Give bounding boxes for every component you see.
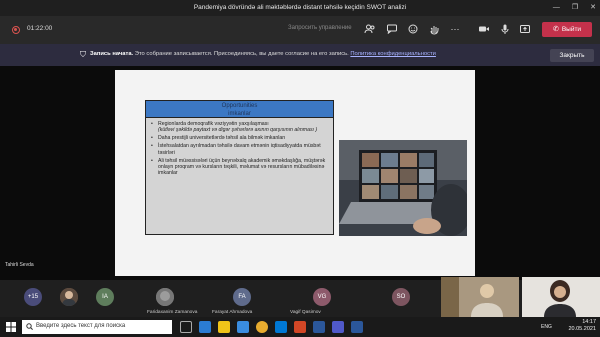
window-titlebar: Pandemiya dövründə ali məktəblərdə dista… bbox=[0, 0, 600, 16]
microphone-icon[interactable] bbox=[499, 23, 511, 35]
recording-banner: ⛉ Запись начата. Это собрание записывает… bbox=[0, 44, 600, 66]
participant-avatar-fa[interactable]: FA bbox=[233, 288, 251, 306]
participant-name: Farayat Ahmadova bbox=[212, 310, 253, 315]
list-item-note: (kütləvi şəkildə paytaxt və digər şəhərl… bbox=[158, 127, 318, 134]
participant-name: Faridaxanim Zamanova bbox=[147, 310, 198, 315]
window-controls: — ❐ ✕ bbox=[553, 0, 596, 16]
more-options-icon[interactable]: ⋯ bbox=[449, 23, 461, 35]
shared-content-stage: Opportunities imkanlar Regionlarda demoq… bbox=[0, 66, 600, 280]
list-item: Ali təhsil müəssisələri üçün beynəlxalq … bbox=[151, 158, 329, 177]
chrome-icon[interactable] bbox=[256, 321, 268, 333]
list-item: Regionlarda demoqrafik vəziyyətin yaxşıl… bbox=[151, 121, 329, 134]
list-item: Daha prestijli universitetlərdə təhsil a… bbox=[151, 135, 329, 142]
mail-icon[interactable] bbox=[275, 321, 287, 333]
language-indicator[interactable]: ENG bbox=[541, 324, 552, 330]
list-item: İstehsalatdan ayrılmadan təhsilə davam e… bbox=[151, 143, 329, 156]
phone-hangup-icon: ✆ bbox=[552, 26, 559, 33]
taskbar-search-box[interactable]: Введите здесь текст для поиска bbox=[22, 320, 172, 334]
shield-icon: ⛉ bbox=[80, 50, 86, 59]
chat-icon[interactable] bbox=[386, 23, 398, 35]
banner-message: Это собрание записывается. Присоединяясь… bbox=[134, 51, 349, 57]
task-view-icon[interactable] bbox=[180, 321, 192, 333]
teams-meeting-window: Pandemiya dövründə ali məktəblərdə dista… bbox=[0, 0, 600, 337]
raise-hand-icon[interactable] bbox=[428, 23, 440, 35]
file-explorer-icon[interactable] bbox=[218, 321, 230, 333]
presentation-slide: Opportunities imkanlar Regionlarda demoq… bbox=[115, 70, 475, 276]
self-view-name: Tahirli Sevda bbox=[5, 262, 34, 268]
camera-icon[interactable] bbox=[478, 23, 490, 35]
banner-title: Запись начата. bbox=[90, 51, 134, 57]
meeting-timer: 01:22:00 bbox=[27, 25, 53, 32]
powerpoint-icon[interactable] bbox=[294, 321, 306, 333]
participant-avatar-so[interactable]: SO bbox=[392, 288, 410, 306]
more-participants-badge[interactable]: +15 bbox=[24, 288, 42, 306]
participant-photo-avatar[interactable] bbox=[156, 288, 174, 306]
meeting-toolbar: 01:22:00 Запросить управление ⋯ ✆ Выйти bbox=[0, 16, 600, 44]
search-icon bbox=[26, 323, 33, 330]
participant-avatar-vg[interactable]: VG bbox=[313, 288, 331, 306]
store-icon[interactable] bbox=[237, 321, 249, 333]
video-call-photo bbox=[339, 140, 467, 236]
teams-icon[interactable] bbox=[332, 321, 344, 333]
opportunities-list: Regionlarda demoqrafik vəziyyətin yaxşıl… bbox=[146, 118, 333, 177]
participants-icon[interactable] bbox=[364, 23, 376, 35]
share-screen-icon[interactable] bbox=[519, 23, 531, 35]
windows-taskbar: Введите здесь текст для поиска ENG 14:17… bbox=[0, 317, 600, 337]
privacy-policy-link[interactable]: Политика конфиденциальности bbox=[350, 51, 436, 57]
edge-icon[interactable] bbox=[199, 321, 211, 333]
leave-label: Выйти bbox=[561, 26, 582, 33]
participant-strip: +15 IA FA VG SO Faridaxanim Zamanova Far… bbox=[0, 277, 600, 317]
recording-icon bbox=[12, 26, 20, 34]
system-clock[interactable]: 14:17 20.05.2021 bbox=[568, 319, 596, 333]
maximize-icon[interactable]: ❐ bbox=[572, 0, 578, 16]
participant-name: Vagif Qasimov bbox=[290, 310, 321, 315]
window-title: Pandemiya dövründə ali məktəblərdə dista… bbox=[193, 4, 407, 11]
leave-button[interactable]: ✆ Выйти bbox=[542, 22, 592, 37]
participant-video-tile[interactable] bbox=[441, 277, 519, 317]
opportunities-list-box: Regionlarda demoqrafik vəziyyətin yaxşıl… bbox=[145, 118, 334, 235]
word-icon[interactable] bbox=[313, 321, 325, 333]
opportunities-subtitle: imkanlar bbox=[228, 111, 251, 117]
search-placeholder: Введите здесь текст для поиска bbox=[36, 323, 126, 329]
clock-date: 20.05.2021 bbox=[568, 326, 596, 332]
minimize-icon[interactable]: — bbox=[553, 0, 560, 16]
participant-photo-avatar[interactable] bbox=[60, 288, 78, 306]
participant-avatar-ia[interactable]: IA bbox=[96, 288, 114, 306]
close-window-icon[interactable]: ✕ bbox=[590, 0, 596, 16]
opportunities-header: Opportunities imkanlar bbox=[145, 100, 334, 118]
word-icon[interactable] bbox=[351, 321, 363, 333]
reactions-icon[interactable] bbox=[407, 23, 419, 35]
banner-text: Запись начата. Это собрание записывается… bbox=[90, 51, 436, 57]
self-video-tile[interactable] bbox=[522, 277, 600, 317]
opportunities-title: Opportunities bbox=[221, 103, 258, 109]
clock-time: 14:17 bbox=[582, 319, 596, 325]
banner-close-button[interactable]: Закрыть bbox=[550, 49, 594, 62]
request-control-button[interactable]: Запросить управление bbox=[288, 25, 352, 31]
windows-start-icon[interactable] bbox=[6, 322, 16, 332]
